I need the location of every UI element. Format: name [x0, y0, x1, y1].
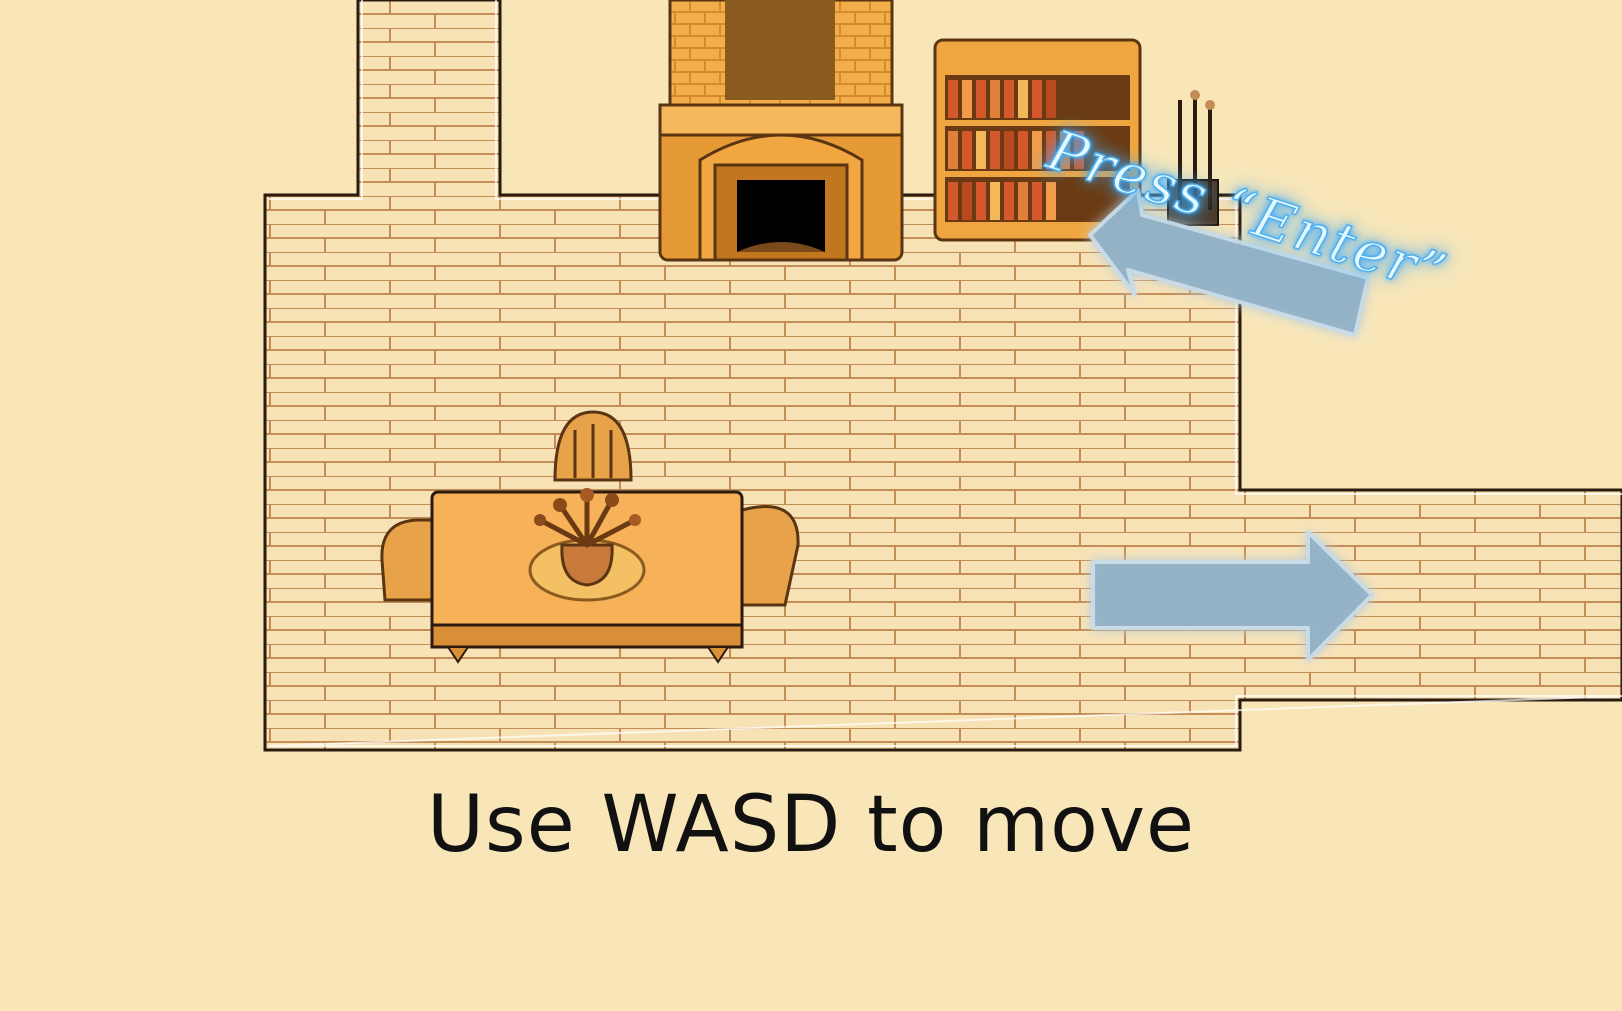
fireplace-icon[interactable] — [658, 0, 904, 262]
move-instruction: Use WASD to move — [426, 780, 1196, 870]
chair-icon — [380, 518, 434, 602]
chair-icon — [740, 505, 800, 607]
